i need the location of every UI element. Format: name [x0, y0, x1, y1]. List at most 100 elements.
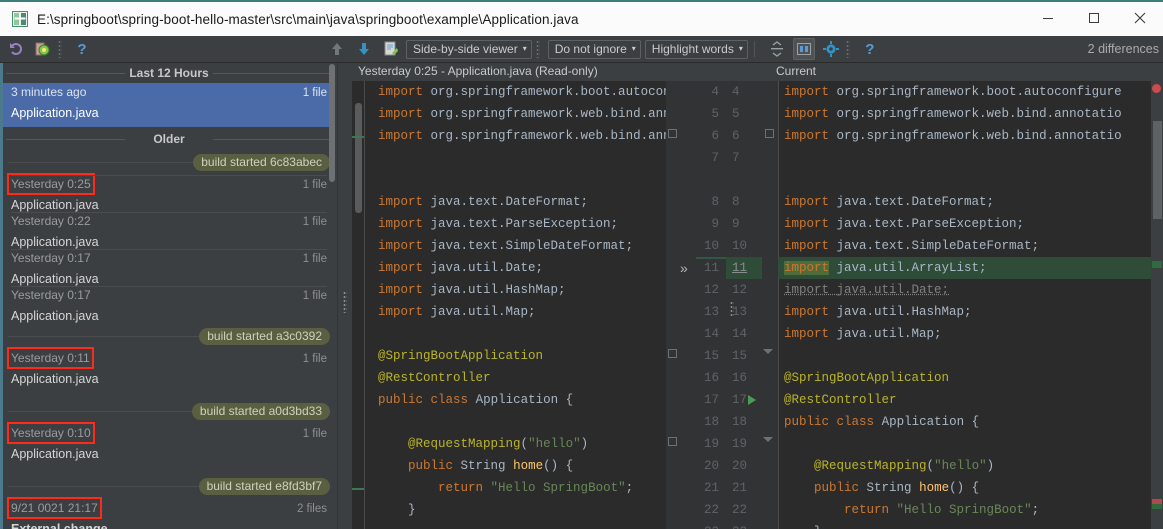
synchronize-scroll-icon[interactable] [792, 38, 815, 60]
run-gutter-arrow-icon[interactable] [748, 395, 756, 405]
code-line: @RestController [378, 371, 491, 385]
ignore-mode-dropdown[interactable]: Do not ignore ▾ [547, 39, 641, 59]
left-line-numbers: 4 5 6 7 8 9 10 11 12 13 14 15 16 17 18 1… [694, 81, 726, 529]
code-line: import org.springframework.web.bind.anno… [784, 129, 1122, 143]
build-tag: build started a3c0392 [199, 327, 330, 345]
toolbar-dots-separator-2 [535, 40, 540, 58]
code-line: import java.text.ParseException; [378, 217, 619, 231]
line-number: 22 [732, 503, 748, 517]
line-number: 9 [732, 217, 740, 231]
list-item[interactable]: Yesterday 0:11 1 file Application.java [3, 347, 335, 393]
code-line: import org.springframework.boot.autoconf… [784, 85, 1122, 99]
history-entry-filename: Application.java [11, 272, 99, 286]
minimize-icon[interactable] [1025, 1, 1071, 35]
highlight-mode-dropdown[interactable]: Highlight words ▾ [644, 39, 748, 59]
error-marker-icon[interactable] [1152, 84, 1161, 93]
diff-window: E:\springboot\spring-boot-hello-master\s… [0, 0, 1163, 529]
line-number: 6 [711, 129, 719, 143]
diff-file-icon [12, 11, 28, 27]
line-number: 14 [703, 327, 719, 341]
build-marker-row: build started a0d3bd33 [0, 400, 338, 422]
collapse-unchanged-icon[interactable] [766, 38, 788, 60]
build-marker-row: build started 6c83abec [0, 151, 338, 173]
history-entry-filecount: 1 file [302, 216, 327, 228]
right-pane-title: Current [776, 64, 817, 78]
line-number: 16 [732, 371, 748, 385]
right-marker-bar[interactable] [1151, 81, 1163, 529]
left-change-marker [352, 488, 364, 490]
code-line: import java.text.DateFormat; [378, 195, 589, 209]
window-controls [1025, 1, 1163, 37]
code-line: @RequestMapping("hello") [814, 459, 995, 473]
build-tag: build started a0d3bd33 [191, 402, 330, 420]
splitter-grip-icon [343, 291, 347, 313]
history-entry-filecount: 1 file [302, 428, 327, 440]
arrow-down-icon[interactable] [353, 38, 375, 60]
chevron-down-icon-2: ▾ [631, 44, 636, 53]
history-entry-time: Yesterday 0:11 [7, 347, 94, 369]
gear-icon[interactable] [820, 38, 842, 60]
line-number: 8 [732, 195, 740, 209]
history-entry-time: Yesterday 0:25 [7, 173, 95, 195]
right-line-numbers: 4 5 6 7 8 9 10 11 12 13 14 15 16 17 18 1… [726, 81, 762, 529]
diff-pane-headers: Yesterday 0:25 - Application.java (Read-… [352, 63, 1163, 81]
difference-count: 2 differences [1087, 42, 1159, 56]
line-number: 7 [711, 151, 719, 165]
build-marker-row: build started e8fd3bf7 [0, 475, 338, 497]
line-number: 9 [711, 217, 719, 231]
list-item[interactable]: Yesterday 0:10 1 file Application.java [3, 422, 335, 468]
help-icon-left[interactable]: ? [71, 38, 93, 60]
panel-splitter[interactable] [338, 63, 352, 529]
ignore-mode-label: Do not ignore [554, 42, 627, 56]
list-item[interactable]: 3 minutes ago 1 file Application.java [3, 83, 335, 127]
code-line: @RequestMapping("hello") [408, 437, 589, 451]
right-editor-scroll-thumb[interactable] [1153, 121, 1162, 219]
code-line: public String home() { [408, 459, 574, 473]
code-line: @SpringBootApplication [784, 371, 950, 385]
code-line: public String home() { [814, 481, 980, 495]
left-fold-column[interactable] [666, 81, 680, 529]
viewer-mode-label: Side-by-side viewer [413, 42, 518, 56]
line-number: 12 [732, 283, 748, 297]
line-number: 23 [732, 521, 747, 529]
line-number: 4 [711, 85, 719, 99]
line-number: 7 [732, 151, 740, 165]
arrow-up-icon[interactable] [326, 38, 348, 60]
list-item[interactable]: 9/21 0021 21:17 2 files External change [3, 497, 335, 529]
line-number: 18 [703, 415, 719, 429]
code-line: return "Hello SpringBoot"; [844, 503, 1040, 517]
jump-to-source-icon[interactable] [380, 38, 402, 60]
revert-arrow-icon[interactable] [5, 38, 27, 60]
history-entry-filename: Application.java [11, 106, 99, 120]
left-change-marker-2 [352, 136, 364, 138]
change-marker[interactable] [1152, 261, 1162, 268]
change-marker-2[interactable] [1152, 499, 1162, 509]
history-entry-filecount: 1 file [302, 290, 327, 302]
history-scrollbar-thumb[interactable] [329, 64, 335, 182]
history-group-label: Last 12 Hours [129, 65, 209, 80]
line-number: 16 [703, 371, 719, 385]
line-number: 17 [703, 393, 719, 407]
left-editor-pane[interactable]: import org.springframework.boot.autoconf… [352, 81, 680, 529]
close-icon[interactable] [1117, 1, 1163, 35]
merge-actions-column[interactable]: » [680, 81, 694, 529]
help-icon[interactable]: ? [859, 38, 881, 60]
maximize-icon[interactable] [1071, 1, 1117, 35]
code-line: import java.text.ParseException; [784, 217, 1025, 231]
toolbar-dots-separator [58, 40, 62, 58]
history-entry-filecount: 1 file [302, 87, 327, 99]
right-editor-pane[interactable]: import org.springframework.boot.autoconf… [762, 81, 1155, 529]
history-entry-filename: Application.java [11, 198, 99, 212]
history-entry-time: Yesterday 0:10 [7, 422, 95, 444]
history-group-older: Older [0, 129, 338, 148]
annotate-icon[interactable] [32, 38, 54, 60]
history-entry-filename: Application.java [11, 309, 99, 323]
viewer-mode-dropdown[interactable]: Side-by-side viewer ▾ [406, 39, 532, 59]
line-number: 19 [732, 437, 748, 451]
window-titlebar: E:\springboot\spring-boot-hello-master\s… [0, 0, 1163, 36]
line-number: 6 [732, 129, 740, 143]
list-item[interactable]: Yesterday 0:17 1 file Application.java [3, 286, 335, 330]
line-number: 15 [703, 349, 719, 363]
